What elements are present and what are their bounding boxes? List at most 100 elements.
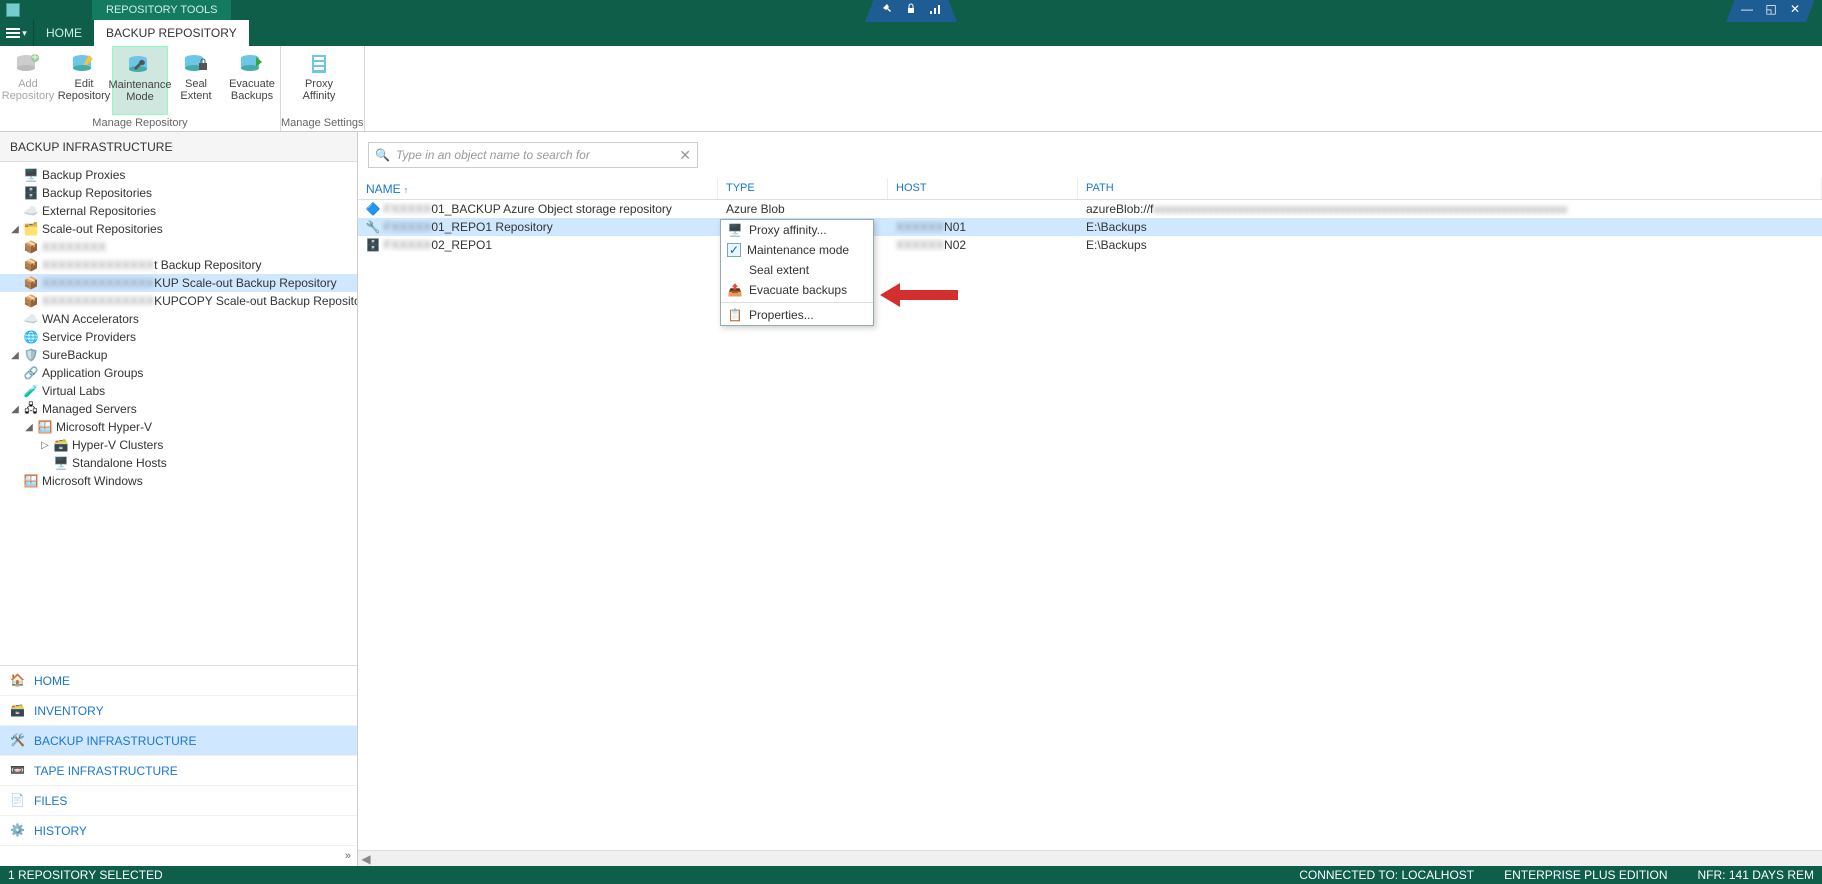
tree-surebackup[interactable]: ◢🛡️SureBackup: [0, 346, 357, 364]
cluster-icon: 🗃️: [54, 438, 68, 452]
nav-history[interactable]: ⚙️HISTORY: [0, 816, 357, 846]
evacuate-backups-button[interactable]: Evacuate Backups: [224, 46, 280, 115]
tree-wan-accelerators[interactable]: ☁️WAN Accelerators: [0, 310, 357, 328]
tree-backup-repositories[interactable]: 🗄️Backup Repositories: [0, 184, 357, 202]
tree-service-providers[interactable]: 🌐Service Providers: [0, 328, 357, 346]
hyperv-icon: 🪟: [38, 420, 52, 434]
database-pencil-icon: [70, 52, 98, 76]
database-lock-icon: [182, 52, 210, 76]
inventory-icon: 🗃️: [10, 703, 26, 719]
close-button[interactable]: ✕: [1788, 2, 1802, 16]
check-icon: ✓: [727, 243, 741, 257]
tree-scaleout-child-selected[interactable]: 📦XXXXXXXXXXXXXXKUP Scale-out Backup Repo…: [0, 274, 357, 292]
scroll-left-button[interactable]: ◀: [358, 852, 374, 866]
nav-files[interactable]: 📄FILES: [0, 786, 357, 816]
quick-access-toolbar: [865, 0, 957, 22]
edit-repository-button[interactable]: Edit Repository: [56, 46, 112, 115]
surebackup-icon: 🛡️: [24, 348, 38, 362]
nav-backup-infrastructure[interactable]: 🛠️BACKUP INFRASTRUCTURE: [0, 726, 357, 756]
repository-grid[interactable]: NAME ↑ TYPE HOST PATH 🔷FXXXXX01_BACKUP A…: [358, 178, 1822, 866]
maximize-button[interactable]: ◱: [1764, 2, 1778, 16]
nav-home[interactable]: 🏠HOME: [0, 666, 357, 696]
sidebar-collapse[interactable]: »: [0, 846, 357, 866]
status-license: NFR: 141 DAYS REM: [1698, 868, 1814, 882]
menu-proxy-affinity[interactable]: 🖥️Proxy affinity...: [721, 220, 873, 240]
status-selection: 1 REPOSITORY SELECTED: [8, 868, 163, 882]
repo-maint-icon: 🔧: [366, 220, 380, 234]
tab-home[interactable]: HOME: [34, 20, 94, 46]
context-menu[interactable]: 🖥️Proxy affinity... ✓Maintenance mode Se…: [720, 219, 874, 326]
signal-icon[interactable]: [929, 3, 941, 15]
menu-maintenance-mode[interactable]: ✓Maintenance mode: [721, 240, 873, 260]
lock-icon[interactable]: [905, 3, 917, 15]
status-connection: CONNECTED TO: LOCALHOST: [1299, 868, 1474, 882]
tree-backup-proxies[interactable]: 🖥️Backup Proxies: [0, 166, 357, 184]
menu-evacuate-backups[interactable]: 📤Evacuate backups: [721, 280, 873, 300]
tree-scaleout-child[interactable]: 📦XXXXXXXXXXXXXXKUPCOPY Scale-out Backup …: [0, 292, 357, 310]
sidebar: BACKUP INFRASTRUCTURE 🖥️Backup Proxies 🗄…: [0, 132, 358, 866]
repo-icon: 🗄️: [24, 186, 38, 200]
menu-separator: [721, 302, 873, 303]
database-arrow-icon: [238, 52, 266, 76]
ribbon-group-manage-repository: Manage Repository: [0, 115, 280, 131]
title-bar: REPOSITORY TOOLS ― ◱ ✕: [0, 0, 1822, 20]
grid-row[interactable]: 🗄️FXXXXX02_REPO1 XXXXXXN02 E:\Backups: [358, 236, 1822, 254]
evacuate-icon: 📤: [727, 282, 743, 298]
pin-icon[interactable]: [881, 3, 893, 15]
sidebar-nav: 🏠HOME 🗃️INVENTORY 🛠️BACKUP INFRASTRUCTUR…: [0, 665, 357, 846]
seal-extent-button[interactable]: Seal Extent: [168, 46, 224, 115]
maintenance-mode-button[interactable]: Maintenance Mode: [112, 46, 168, 115]
scaleout-item-icon: 📦: [24, 294, 38, 308]
tree-scaleout-repositories[interactable]: ◢🗂️Scale-out Repositories: [0, 220, 357, 238]
tree-managed-servers[interactable]: ◢🖧Managed Servers: [0, 400, 357, 418]
tree-application-groups[interactable]: 🔗Application Groups: [0, 364, 357, 382]
col-type[interactable]: TYPE: [718, 178, 888, 199]
grid-row-selected[interactable]: 🔧FXXXXX01_REPO1 Repository Windows XXXXX…: [358, 218, 1822, 236]
tree-hyperv[interactable]: ◢🪟Microsoft Hyper-V: [0, 418, 357, 436]
host-icon: 🖥️: [54, 456, 68, 470]
search-input[interactable]: [396, 148, 673, 162]
col-path[interactable]: PATH: [1078, 178, 1822, 199]
contextual-tools-tab[interactable]: REPOSITORY TOOLS: [92, 0, 231, 20]
cloud-icon: ☁️: [24, 312, 38, 326]
add-repository-button[interactable]: + Add Repository: [0, 46, 56, 115]
horizontal-scrollbar[interactable]: ◀: [358, 850, 1822, 866]
provider-icon: 🌐: [24, 330, 38, 344]
nav-tape-infrastructure[interactable]: 📼TAPE INFRASTRUCTURE: [0, 756, 357, 786]
servers-icon: 🖧: [24, 402, 38, 416]
ribbon-group-manage-settings: Manage Settings: [281, 115, 364, 131]
tree-virtual-labs[interactable]: 🧪Virtual Labs: [0, 382, 357, 400]
windows-icon: 🪟: [24, 474, 38, 488]
minimize-button[interactable]: ―: [1740, 2, 1754, 16]
tape-icon: 📼: [10, 763, 26, 779]
tree-scaleout-child[interactable]: 📦XXXXXXXXXXXXXXt Backup Repository: [0, 256, 357, 274]
tree-hyperv-clusters[interactable]: ▷🗃️Hyper-V Clusters: [0, 436, 357, 454]
repo-row-icon: 🗄️: [366, 238, 380, 252]
proxy-affinity-button[interactable]: Proxy Affinity: [281, 46, 357, 115]
sidebar-header: BACKUP INFRASTRUCTURE: [0, 132, 357, 162]
status-bar: 1 REPOSITORY SELECTED CONNECTED TO: LOCA…: [0, 866, 1822, 884]
tree-standalone-hosts[interactable]: 🖥️Standalone Hosts: [0, 454, 357, 472]
menu-seal-extent[interactable]: Seal extent: [721, 260, 873, 280]
clear-search-button[interactable]: ✕: [679, 147, 691, 164]
nav-tree[interactable]: 🖥️Backup Proxies 🗄️Backup Repositories ☁…: [0, 162, 357, 665]
grid-header[interactable]: NAME ↑ TYPE HOST PATH: [358, 178, 1822, 200]
tab-backup-repository[interactable]: BACKUP REPOSITORY: [94, 20, 249, 46]
server-icon: 🖥️: [727, 222, 743, 238]
search-box[interactable]: 🔍 ✕: [368, 142, 698, 168]
app-menu-button[interactable]: ▾: [0, 20, 34, 46]
col-host[interactable]: HOST: [888, 178, 1078, 199]
svg-text:+: +: [31, 53, 38, 64]
menu-properties[interactable]: 📋Properties...: [721, 305, 873, 325]
home-icon: 🏠: [10, 673, 26, 689]
scaleout-icon: 🗂️: [24, 222, 38, 236]
azure-icon: 🔷: [366, 202, 380, 216]
col-name[interactable]: NAME ↑: [358, 178, 718, 199]
tree-scaleout-child[interactable]: 📦XXXXXXXX: [0, 238, 357, 256]
tree-ms-windows[interactable]: 🪟Microsoft Windows: [0, 472, 357, 490]
tree-external-repositories[interactable]: ☁️External Repositories: [0, 202, 357, 220]
window-controls: ― ◱ ✕: [1726, 0, 1816, 22]
database-wrench-icon: [126, 53, 154, 77]
grid-row[interactable]: 🔷FXXXXX01_BACKUP Azure Object storage re…: [358, 200, 1822, 218]
nav-inventory[interactable]: 🗃️INVENTORY: [0, 696, 357, 726]
